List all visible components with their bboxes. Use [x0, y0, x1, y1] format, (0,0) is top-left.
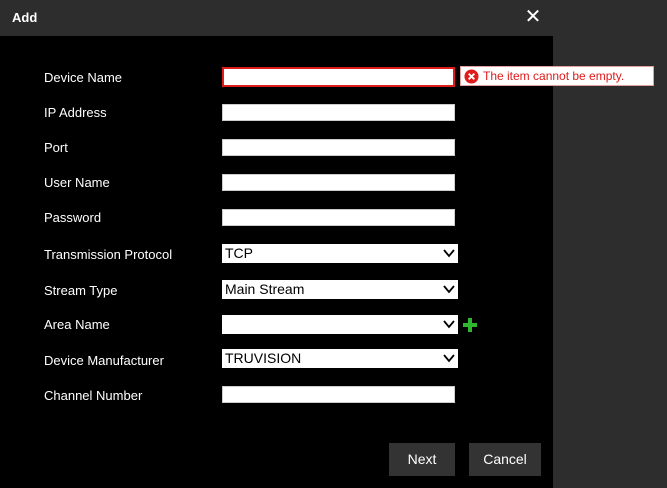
stream-type-label: Stream Type	[44, 283, 118, 298]
dialog-titlebar: Add ✕	[0, 0, 553, 36]
channel-number-input[interactable]	[222, 386, 455, 403]
error-message: The item cannot be empty.	[483, 69, 625, 83]
transmission-protocol-value: TCP	[225, 245, 253, 261]
error-tooltip: The item cannot be empty.	[460, 66, 654, 86]
add-area-icon[interactable]	[463, 318, 477, 332]
add-device-dialog: Add ✕ Device Name The item cannot be emp…	[0, 0, 654, 488]
device-name-label: Device Name	[44, 70, 123, 85]
area-name-select[interactable]	[222, 315, 458, 334]
port-label: Port	[44, 140, 68, 155]
device-name-input[interactable]	[222, 67, 455, 87]
device-manufacturer-select[interactable]: TRUVISION	[222, 349, 458, 368]
user-name-label: User Name	[44, 175, 110, 190]
dialog-title: Add	[12, 10, 38, 25]
stream-type-select[interactable]: Main Stream	[222, 280, 458, 299]
error-icon	[464, 69, 479, 84]
close-icon[interactable]: ✕	[522, 6, 544, 28]
password-label: Password	[44, 210, 102, 225]
port-input[interactable]	[222, 139, 455, 156]
device-manufacturer-value: TRUVISION	[225, 350, 302, 366]
chevron-down-icon	[443, 285, 455, 294]
transmission-protocol-label: Transmission Protocol	[44, 247, 173, 262]
chevron-down-icon	[443, 249, 455, 258]
ip-address-label: IP Address	[44, 105, 107, 120]
user-name-input[interactable]	[222, 174, 455, 191]
device-manufacturer-label: Device Manufacturer	[44, 353, 164, 368]
cancel-button[interactable]: Cancel	[469, 443, 541, 476]
chevron-down-icon	[443, 320, 455, 329]
chevron-down-icon	[443, 354, 455, 363]
next-button[interactable]: Next	[389, 443, 455, 476]
stream-type-value: Main Stream	[225, 281, 305, 297]
area-name-label: Area Name	[44, 317, 110, 332]
ip-address-input[interactable]	[222, 104, 455, 121]
password-input[interactable]	[222, 209, 455, 226]
channel-number-label: Channel Number	[44, 388, 143, 403]
transmission-protocol-select[interactable]: TCP	[222, 244, 458, 263]
